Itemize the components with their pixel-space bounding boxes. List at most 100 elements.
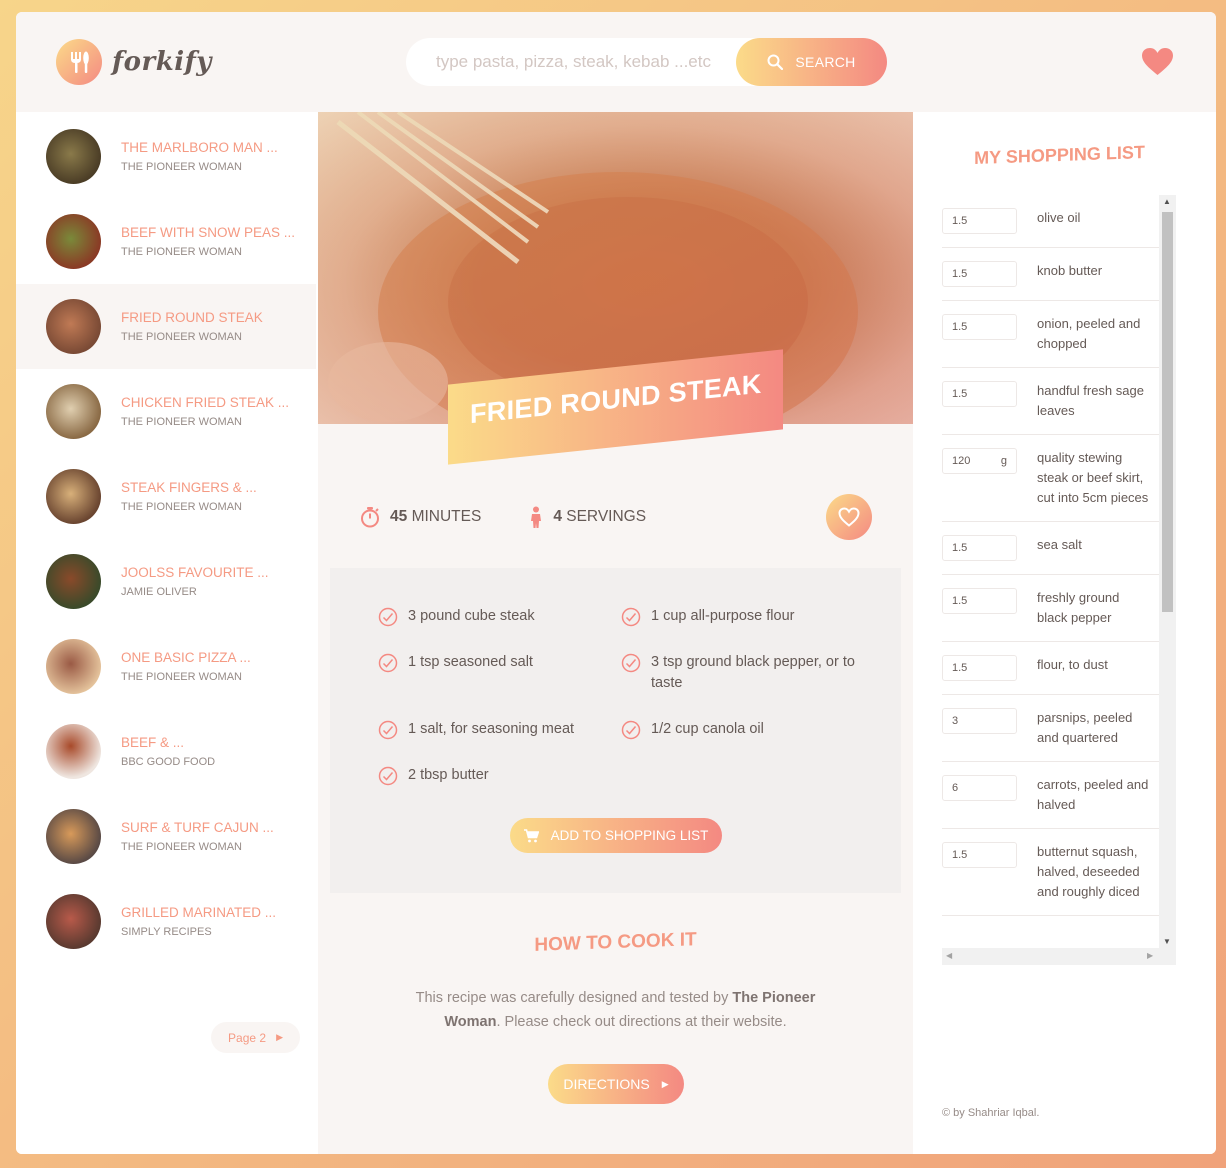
scroll-down-arrow-icon[interactable]: ▼ (1163, 937, 1171, 946)
result-item[interactable]: CHICKEN FRIED STEAK ... THE PIONEER WOMA… (16, 369, 316, 454)
ingredient-text: 1 salt, for seasoning meat (408, 721, 575, 737)
directions-button[interactable]: DIRECTIONS ▶ (548, 1064, 684, 1104)
shopping-item: 1.5 handful fresh sage leaves (942, 368, 1159, 435)
shopping-count: 3 (952, 715, 959, 727)
result-thumbnail (46, 724, 101, 779)
likes-heart-icon[interactable] (1141, 47, 1174, 81)
scrollbar-thumb[interactable] (1162, 212, 1173, 612)
pager-label: Page 2 (228, 1030, 267, 1045)
result-thumbnail (46, 809, 101, 864)
result-item[interactable]: GRILLED MARINATED ... SIMPLY RECIPES (16, 879, 316, 964)
ingredient-text: 1/2 cup canola oil (651, 721, 764, 737)
like-recipe-button[interactable] (826, 494, 872, 540)
logo-text: forkify (112, 47, 212, 77)
scroll-up-arrow-icon[interactable]: ▲ (1163, 197, 1171, 206)
result-item[interactable]: BEEF WITH SNOW PEAS ... THE PIONEER WOMA… (16, 199, 316, 284)
result-title: BEEF WITH SNOW PEAS ... (121, 225, 296, 240)
shopping-count-input[interactable]: 1.5 (942, 842, 1017, 868)
result-item[interactable]: ONE BASIC PIZZA ... THE PIONEER WOMAN (16, 624, 316, 709)
add-to-shopping-list-button[interactable]: ADD TO SHOPPING LIST (510, 818, 722, 853)
ingredient-list: 3 pound cube steak 1 cup all-purpose flo… (378, 606, 864, 786)
result-thumbnail (46, 469, 101, 524)
shopping-description: olive oil (1037, 210, 1081, 225)
ingredient-text: 3 pound cube steak (408, 608, 535, 624)
shopping-count-input[interactable]: 3 (942, 708, 1017, 734)
result-title: BEEF & ... (121, 735, 185, 750)
directions-text-start: This recipe was carefully designed and t… (415, 990, 733, 1006)
shopping-description: freshly ground black pepper (1037, 590, 1120, 625)
shopping-count-input[interactable]: 1.5 (942, 655, 1017, 681)
result-item[interactable]: THE MARLBORO MAN ... THE PIONEER WOMAN (16, 114, 316, 199)
shopping-count: 1.5 (952, 542, 968, 554)
shopping-item: 1.5 butternut squash, halved, deseeded a… (942, 829, 1159, 916)
shopping-count: 1.5 (952, 321, 968, 333)
result-title: THE MARLBORO MAN ... (121, 140, 278, 155)
recipe: FRIED ROUND STEAK 45 MINUTES 4 SERVINGS … (318, 112, 913, 1154)
shopping-count: 1.5 (952, 662, 968, 674)
horizontal-scrollbar[interactable]: ◀ ▶ (942, 948, 1176, 965)
recipe-time-value: 45 (390, 508, 408, 525)
shopping-item: 1.5 onion, peeled and chopped (942, 301, 1159, 368)
shopping-count-input[interactable]: 1.5 (942, 381, 1017, 407)
shopping-count: 120 (952, 455, 971, 467)
result-item[interactable]: STEAK FINGERS & ... THE PIONEER WOMAN (16, 454, 316, 539)
ingredient-item: 1 cup all-purpose flour (621, 606, 864, 627)
search-button[interactable]: SEARCH (736, 38, 887, 86)
shopping-description: parsnips, peeled and quartered (1037, 710, 1133, 745)
result-title: ONE BASIC PIZZA ... (121, 650, 251, 665)
result-author: THE PIONEER WOMAN (121, 246, 243, 258)
cart-icon (523, 828, 539, 842)
recipe-time-unit: MINUTES (411, 508, 482, 525)
logo[interactable]: forkify (56, 39, 212, 85)
check-circle-icon (621, 720, 641, 740)
result-author: THE PIONEER WOMAN (121, 671, 243, 683)
shopping-count: 1.5 (952, 595, 968, 607)
shopping-count: 6 (952, 782, 959, 794)
recipe-ingredients: 3 pound cube steak 1 cup all-purpose flo… (330, 568, 901, 893)
shopping-count-input[interactable]: 1.5 (942, 535, 1017, 561)
recipe-servings: 4 SERVINGS (529, 506, 646, 528)
vertical-scrollbar[interactable]: ▲ ▼ (1159, 195, 1176, 948)
shopping-item: 1.5 freshly ground black pepper (942, 575, 1159, 642)
next-page-button[interactable]: Page 2 ▶ (211, 1022, 300, 1053)
result-title: CHICKEN FRIED STEAK ... (121, 395, 290, 410)
result-item[interactable]: JOOLSS FAVOURITE ... JAMIE OLIVER (16, 539, 316, 624)
result-item[interactable]: BEEF & ... BBC GOOD FOOD (16, 709, 316, 794)
search-input[interactable] (436, 52, 766, 72)
search-icon (767, 54, 784, 70)
shopping-count: 1.5 (952, 388, 968, 400)
result-thumbnail (46, 129, 101, 184)
add-button-label: ADD TO SHOPPING LIST (550, 828, 709, 843)
shopping-count-input[interactable]: 1.5 (942, 261, 1017, 287)
shopping-item: 1.5 knob butter (942, 248, 1159, 301)
ingredient-item: 3 tsp ground black pepper, or to taste (621, 652, 864, 694)
check-circle-icon (378, 653, 398, 673)
shopping-list[interactable]: 1.5 olive oil 1.5 knob butter 1.5 onion,… (942, 195, 1176, 965)
shopping-description: knob butter (1037, 263, 1103, 278)
shopping-count-input[interactable]: 6 (942, 775, 1017, 801)
result-thumbnail (46, 894, 101, 949)
result-thumbnail (46, 639, 101, 694)
shopping-count-input[interactable]: 1.5 (942, 314, 1017, 340)
shopping-count-input[interactable]: 1.5 (942, 588, 1017, 614)
shopping-count-input[interactable]: 120 g (942, 448, 1017, 474)
ingredient-item: 1 salt, for seasoning meat (378, 719, 621, 740)
search-button-label: SEARCH (795, 54, 856, 70)
scroll-right-arrow-icon[interactable]: ▶ (1147, 951, 1153, 960)
result-item[interactable]: SURF & TURF CAJUN ... THE PIONEER WOMAN (16, 794, 316, 879)
shopping-unit: g (1000, 455, 1007, 467)
shopping-item: 120 g quality stewing steak or beef skirt… (942, 435, 1159, 522)
result-title: JOOLSS FAVOURITE ... (121, 565, 269, 580)
directions-heading: HOW TO COOK IT (534, 929, 697, 956)
recipe-servings-value: 4 (553, 508, 562, 525)
check-circle-icon (621, 653, 641, 673)
recipe-details: 45 MINUTES 4 SERVINGS (330, 472, 901, 562)
result-item-active[interactable]: FRIED ROUND STEAK THE PIONEER WOMAN (16, 284, 316, 369)
shopping-count-input[interactable]: 1.5 (942, 208, 1017, 234)
recipe-title-text: FRIED ROUND STEAK (470, 368, 762, 430)
shopping-description: butternut squash, halved, deseeded and r… (1037, 844, 1140, 899)
result-title: GRILLED MARINATED ... (121, 905, 277, 920)
result-thumbnail (46, 554, 101, 609)
directions-text-end: . Please check out directions at their w… (496, 1014, 787, 1030)
scroll-left-arrow-icon[interactable]: ◀ (946, 951, 952, 960)
